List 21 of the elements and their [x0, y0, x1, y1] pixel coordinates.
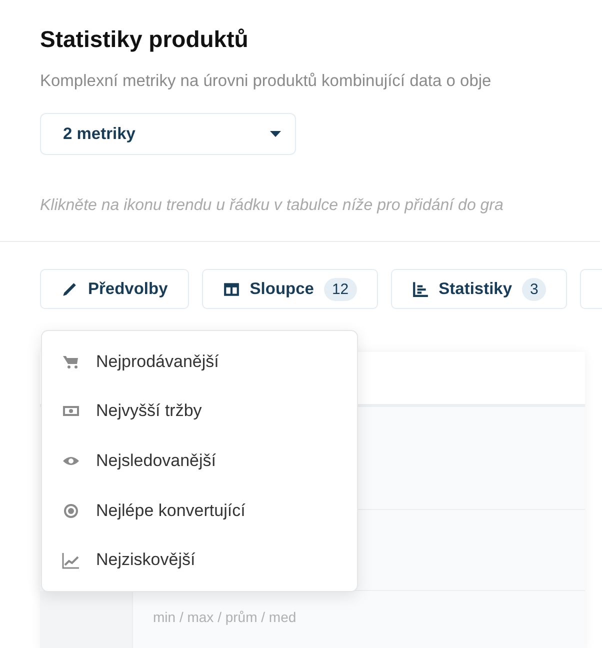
hint-text: Klikněte na ikonu trendu u řádku v tabulce níže pro přidání do gra: [40, 197, 504, 215]
target-icon: [62, 502, 80, 520]
columns-icon: [222, 280, 240, 298]
menu-item[interactable]: Nejlépe konvertující: [42, 486, 357, 536]
count-badge: 12: [324, 278, 357, 300]
page-subtitle: Komplexní metriky na úrovni produktů kombinující data o obje: [40, 72, 492, 91]
stats-note: min / max / prům / med: [152, 608, 296, 627]
caret-icon: [270, 131, 281, 137]
pencil-icon: [61, 280, 78, 298]
bar-chart-icon: [412, 280, 429, 298]
toolbar-button[interactable]: Statistiky 3: [390, 269, 568, 309]
count-badge: 3: [522, 278, 546, 300]
menu-item[interactable]: Nejvyšší tržby: [42, 386, 357, 436]
menu-item[interactable]: Nejziskovější: [42, 535, 357, 585]
line-chart-icon: [62, 551, 80, 570]
page-title: Statistiky produktů: [40, 26, 250, 53]
toolbar-button[interactable]: Předvolby: [40, 269, 189, 309]
menu-item[interactable]: Nejprodávanější: [42, 337, 357, 387]
metrics-dropdown[interactable]: 2 metriky: [40, 113, 296, 155]
menu-item[interactable]: Nejsledovanější: [42, 436, 357, 486]
toolbar-button[interactable]: Sloupce 12: [202, 269, 378, 309]
